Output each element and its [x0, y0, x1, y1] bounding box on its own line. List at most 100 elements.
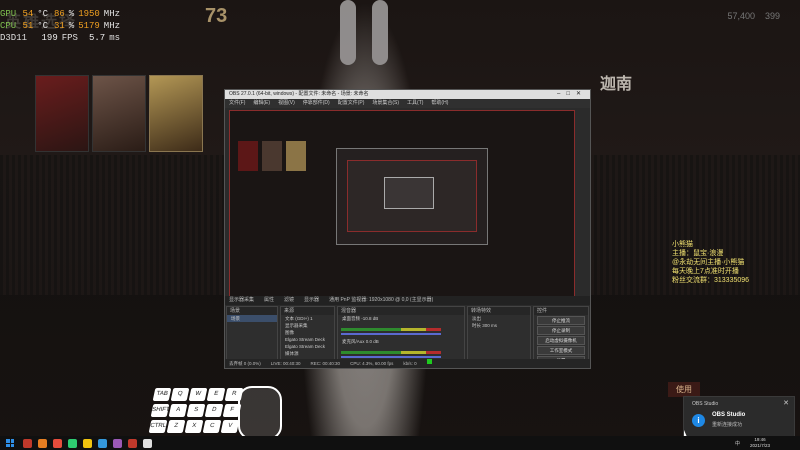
- game-counter: 73: [205, 5, 228, 27]
- scene-item[interactable]: 场景: [227, 315, 277, 322]
- region-name: 迦南: [600, 76, 633, 93]
- taskbar-app-icon[interactable]: [53, 438, 62, 448]
- hero-portrait-selected[interactable]: [149, 75, 203, 152]
- preview-recursive-frame: [336, 148, 488, 245]
- close-icon[interactable]: ✕: [783, 399, 789, 407]
- preview-portrait: [286, 141, 306, 171]
- key-q: Q: [170, 388, 190, 401]
- volume-slider[interactable]: [341, 356, 441, 358]
- key-e: E: [206, 388, 226, 401]
- taskbar-app-icon[interactable]: [38, 438, 47, 448]
- taskbar-app-icon[interactable]: [143, 438, 152, 448]
- obs-statusbar: 丢弃帧 0 (0.0%) LIVE: 00:40:30 REC: 00:40:3…: [225, 359, 590, 368]
- key-x: X: [184, 420, 204, 433]
- display-select[interactable]: 通用 PnP 监视器: 1920x1080 @ 0,0 (主显示器): [329, 296, 433, 305]
- mixer-track-name: 麦克风/Aux 0.0 dB: [342, 339, 379, 344]
- menu-help[interactable]: 帮助(H): [431, 99, 448, 108]
- taskbar: 中 19:46 2021/7/23: [0, 436, 800, 450]
- obs-window: OBS 27.0.1 (64-bit, windows) - 配置文件: 未命名…: [224, 89, 591, 369]
- stop-recording-button[interactable]: 停止录制: [537, 326, 585, 335]
- mixer-track[interactable]: [341, 347, 461, 359]
- scenes-dock: 场景 场景: [226, 306, 278, 362]
- taskbar-app-icon[interactable]: [98, 438, 107, 448]
- notification-toast[interactable]: OBS Studio ✕ i OBS Studio 重新连接成功: [683, 396, 795, 438]
- key-a: A: [168, 404, 188, 417]
- source-item[interactable]: 文本 (GDI+) 1: [281, 315, 334, 322]
- windows-start-icon[interactable]: [6, 439, 14, 447]
- key-w: W: [188, 388, 208, 401]
- hud-row-cpu: CPU 51 °C 31% 5179 MHz: [0, 21, 120, 31]
- live-time: LIVE: 00:40:30: [270, 361, 301, 366]
- source-item[interactable]: 图像: [281, 329, 334, 336]
- display-label: 显示器: [304, 297, 320, 303]
- source-item[interactable]: 媒体源: [281, 350, 334, 357]
- use-button[interactable]: 使用: [668, 382, 700, 397]
- taskbar-app-icon[interactable]: [68, 438, 77, 448]
- menu-profile[interactable]: 配置文件(P): [338, 99, 365, 108]
- info-icon: i: [692, 414, 705, 427]
- performance-overlay: GPU 54 °C 86% 1950 MHz CPU 51 °C 31% 5179 MH…: [0, 8, 120, 44]
- stop-streaming-button[interactable]: 停止推流: [537, 316, 585, 325]
- taskbar-app-icon[interactable]: [23, 438, 32, 448]
- obs-titlebar: OBS 27.0.1 (64-bit, windows) - 配置文件: 未命名…: [225, 90, 590, 99]
- obs-preview[interactable]: [229, 110, 575, 297]
- input-language[interactable]: 中: [735, 440, 740, 447]
- virtual-camera-button[interactable]: 启动虚拟摄像机: [537, 336, 585, 345]
- hud-row-gpu: GPU 54 °C 86% 1950 MHz: [0, 9, 120, 19]
- taskbar-app-icon[interactable]: [128, 438, 137, 448]
- properties-button[interactable]: 属性: [264, 296, 274, 305]
- hero-portrait[interactable]: [35, 75, 89, 152]
- source-item[interactable]: Elgato Stream Deck: [281, 343, 334, 350]
- menu-file[interactable]: 文件(F): [229, 99, 245, 108]
- menu-edit[interactable]: 编辑(E): [253, 99, 270, 108]
- key-c: C: [202, 420, 222, 433]
- key-ctrl: CTRL: [148, 420, 168, 433]
- currency-bar: 57,400 399: [727, 11, 780, 21]
- menu-view[interactable]: 视图(V): [278, 99, 295, 108]
- audio-meter: [341, 351, 441, 354]
- menu-tools[interactable]: 工具(T): [407, 99, 423, 108]
- bitrate: kb/s: 0: [403, 361, 417, 366]
- obs-menubar: 文件(F) 编辑(E) 视图(V) 停靠部件(D) 配置文件(P) 场景集合(S…: [225, 99, 590, 108]
- preview-recursive-frame: [347, 160, 477, 232]
- menu-scene-collection[interactable]: 场景集合(S): [372, 99, 399, 108]
- dropped-frames: 丢弃帧 0 (0.0%): [229, 361, 261, 366]
- mixer-track[interactable]: [341, 324, 461, 336]
- taskbar-app-icon[interactable]: [83, 438, 92, 448]
- taskbar-clock[interactable]: 19:46 2021/7/23: [750, 437, 770, 449]
- transition-duration[interactable]: 时长 300 ms: [468, 322, 530, 329]
- key-z: Z: [166, 420, 186, 433]
- transition-type[interactable]: 淡出: [468, 315, 530, 322]
- character-ear: [372, 0, 388, 65]
- stream-health-indicator: [426, 359, 432, 364]
- source-item[interactable]: Elgato Stream Deck: [281, 336, 334, 343]
- controls-dock: 控件 停止推流 停止录制 启动虚拟摄像机 工作室模式 设置: [533, 306, 589, 365]
- mouse-overlay: [238, 386, 282, 440]
- taskbar-app-icon[interactable]: [113, 438, 122, 448]
- character-ear: [340, 0, 356, 65]
- cpu-fps: CPU: 4.3%, 60.00 fps: [350, 361, 394, 366]
- key-tab: TAB: [152, 388, 172, 401]
- currency-a: 57,400: [727, 11, 755, 21]
- source-name: 显示器采集: [229, 297, 255, 303]
- mixer-dock: 混音器 桌面音频 -10.8 dB 麦克风/Aux 0.0 dB: [337, 306, 465, 362]
- currency-b: 399: [764, 11, 780, 21]
- key-s: S: [186, 404, 206, 417]
- rec-time: REC: 00:40:30: [310, 361, 341, 366]
- mixer-track-name: 桌面音频 -10.8 dB: [342, 316, 379, 321]
- key-shift: SHIFT: [150, 404, 170, 417]
- window-controls[interactable]: –□✕: [557, 90, 587, 99]
- studio-mode-button[interactable]: 工作室模式: [537, 346, 585, 355]
- volume-slider[interactable]: [341, 333, 441, 335]
- source-item[interactable]: 显示器采集: [281, 322, 334, 329]
- sources-dock: 来源 文本 (GDI+) 1 显示器采集 图像 Elgato Stream De…: [280, 306, 335, 362]
- preview-portrait: [262, 141, 282, 171]
- preview-recursive-frame: [384, 177, 434, 209]
- key-v: V: [220, 420, 240, 433]
- hero-portrait[interactable]: [92, 75, 146, 152]
- filters-button[interactable]: 滤镜: [284, 296, 294, 305]
- system-tray: 中: [735, 436, 740, 450]
- transitions-dock: 转场特效 淡出 时长 300 ms: [467, 306, 531, 362]
- key-d: D: [204, 404, 224, 417]
- menu-docks[interactable]: 停靠部件(D): [303, 99, 330, 108]
